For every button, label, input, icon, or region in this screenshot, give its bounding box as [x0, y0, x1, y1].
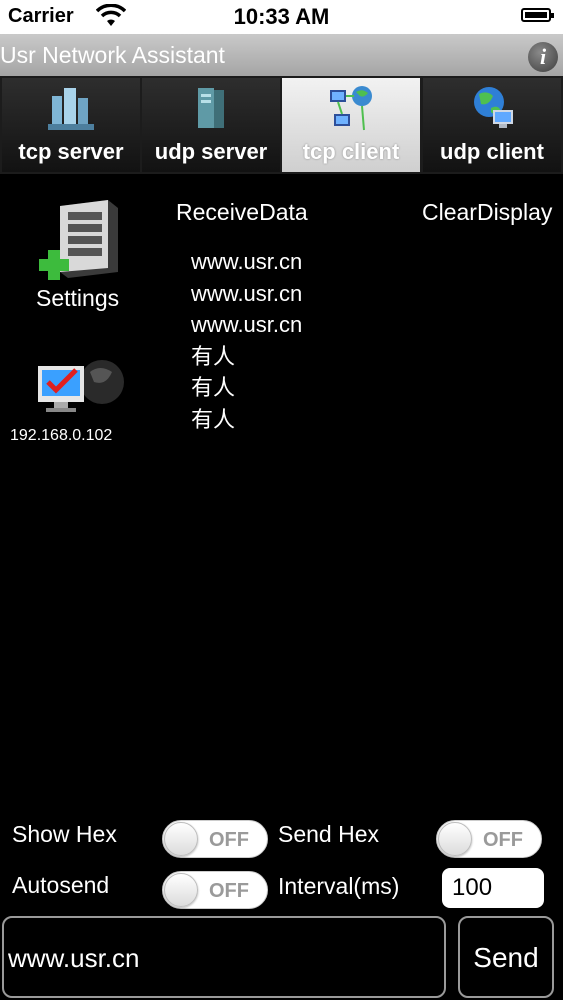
toggle-knob	[164, 822, 198, 856]
show-hex-label: Show Hex	[12, 821, 117, 847]
settings-server-icon[interactable]	[38, 198, 122, 282]
interval-label: Interval(ms)	[278, 873, 400, 899]
server-tower-icon	[198, 88, 224, 128]
received-line: www.usr.cn	[191, 249, 303, 274]
receive-data-log: www.usr.cn www.usr.cn www.usr.cn 有人 有人 有…	[191, 246, 302, 435]
send-hex-label: Send Hex	[278, 821, 380, 847]
globe-computer-icon	[474, 87, 513, 128]
clear-display-button[interactable]: ClearDisplay	[422, 199, 552, 226]
tab-udp-client[interactable]: udp client	[423, 78, 561, 172]
autosend-toggle[interactable]: OFF	[162, 871, 268, 909]
app-title-bar: Usr Network Assistant i	[0, 34, 563, 76]
received-line: www.usr.cn	[191, 280, 303, 306]
toggle-state: OFF	[209, 880, 249, 902]
send-button[interactable]: Send	[458, 916, 554, 998]
tab-label: udp client	[440, 139, 544, 164]
toggle-knob	[438, 822, 472, 856]
tab-label: tcp server	[18, 139, 124, 164]
receive-data-title: ReceiveData	[176, 199, 308, 225]
send-hex-toggle[interactable]: OFF	[436, 820, 542, 858]
received-line: www.usr.cn	[191, 312, 303, 337]
toggle-knob	[164, 873, 198, 907]
server-buildings-icon	[48, 88, 94, 130]
interval-input[interactable]: 100	[442, 868, 544, 908]
send-text-input[interactable]: www.usr.cn	[2, 916, 446, 998]
info-icon[interactable]: i	[528, 42, 558, 72]
ip-address-label: 192.168.0.102	[10, 427, 113, 444]
tab-bar: tcp server udp server tcp client udp cli…	[0, 76, 563, 174]
toggle-state: OFF	[483, 829, 523, 851]
status-bar: Carrier 10:33 AM	[0, 0, 563, 34]
network-computers-icon	[330, 86, 372, 131]
battery-icon	[521, 8, 554, 22]
network-status-icon	[38, 360, 124, 412]
autosend-label: Autosend	[12, 872, 110, 898]
tab-udp-server[interactable]: udp server	[142, 78, 280, 172]
settings-label[interactable]: Settings	[36, 285, 119, 312]
received-line: 有人	[191, 406, 236, 432]
received-line: 有人	[191, 375, 236, 400]
tab-tcp-client[interactable]: tcp client	[282, 78, 420, 172]
tab-label: tcp client	[302, 139, 400, 164]
app-title: Usr Network Assistant	[0, 42, 225, 68]
clock: 10:33 AM	[233, 4, 330, 29]
tab-tcp-server[interactable]: tcp server	[2, 78, 140, 172]
received-line: 有人	[191, 343, 236, 369]
toggle-state: OFF	[209, 829, 249, 851]
show-hex-toggle[interactable]: OFF	[162, 820, 268, 858]
tab-label: udp server	[154, 139, 268, 164]
